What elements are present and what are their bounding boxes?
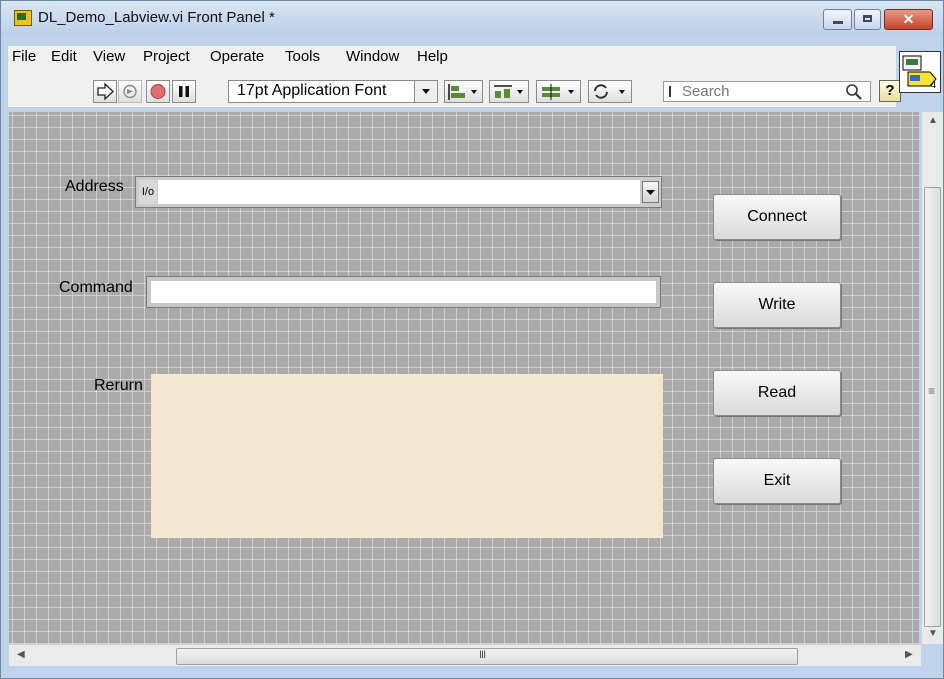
title-bar[interactable]: DL_Demo_Labview.vi Front Panel * ✕ — [1, 1, 943, 34]
window-title: DL_Demo_Labview.vi Front Panel * — [38, 9, 275, 26]
labview-window: DL_Demo_Labview.vi Front Panel * ✕ File … — [0, 0, 944, 679]
run-continuously-button[interactable] — [118, 80, 142, 103]
search-icon[interactable] — [844, 82, 864, 101]
horizontal-scroll-thumb[interactable]: III — [176, 648, 798, 665]
menu-edit[interactable]: Edit — [51, 48, 77, 65]
exit-button[interactable]: Exit — [713, 458, 841, 504]
connector-number: 4 — [930, 80, 936, 91]
abort-icon — [150, 84, 166, 99]
minimize-button[interactable] — [823, 9, 852, 30]
io-glyph-icon: I/o — [139, 180, 157, 204]
return-indicator — [151, 374, 663, 538]
toolbar: 17pt Application Font ? — [8, 68, 901, 108]
align-objects-button[interactable] — [444, 80, 483, 103]
chevron-down-icon — [422, 89, 430, 94]
front-panel-canvas[interactable]: Address I/o Command Rerurn Connect Write… — [9, 112, 919, 644]
address-dropdown-button[interactable] — [642, 181, 659, 203]
distribute-objects-icon — [494, 85, 523, 98]
pause-button[interactable] — [172, 80, 196, 103]
scroll-right-icon[interactable]: ▶ — [905, 649, 913, 660]
address-label: Address — [65, 178, 124, 195]
align-objects-icon — [448, 84, 477, 100]
read-button[interactable]: Read — [713, 370, 841, 416]
connect-button[interactable]: Connect — [713, 194, 841, 240]
menu-operate[interactable]: Operate — [210, 48, 264, 65]
vi-connector-pane-icon[interactable]: 4 — [899, 51, 941, 93]
vertical-scrollbar[interactable]: ▲ ≡ ▼ — [921, 112, 943, 644]
text-settings-value: 17pt Application Font — [237, 82, 387, 99]
chevron-down-icon — [646, 190, 655, 195]
resize-objects-button[interactable] — [536, 80, 581, 103]
menu-file[interactable]: File — [12, 48, 36, 65]
search-box[interactable] — [663, 81, 871, 102]
grip-icon: III — [479, 649, 486, 661]
abort-button[interactable] — [146, 80, 170, 103]
menu-help[interactable]: Help — [417, 48, 448, 65]
scroll-up-icon[interactable]: ▲ — [928, 115, 938, 126]
command-field[interactable] — [151, 281, 656, 303]
distribute-objects-button[interactable] — [489, 80, 529, 103]
menu-bar: File Edit View Project Operate Tools Win… — [8, 46, 896, 68]
close-icon: ✕ — [902, 11, 915, 27]
vertical-scroll-thumb[interactable]: ≡ — [924, 187, 941, 627]
grip-icon: ≡ — [928, 384, 936, 398]
horizontal-scrollbar[interactable]: ◀ III ▶ — [9, 644, 921, 666]
search-cursor-icon — [669, 86, 671, 97]
address-io-control: I/o — [135, 176, 662, 208]
reorder-icon — [594, 84, 625, 99]
command-control — [146, 276, 661, 308]
context-help-button[interactable]: ? — [879, 80, 901, 102]
reorder-button[interactable] — [588, 80, 632, 103]
write-button[interactable]: Write — [713, 282, 841, 328]
menu-view[interactable]: View — [93, 48, 125, 65]
return-label: Rerurn — [94, 377, 143, 394]
address-field[interactable] — [158, 180, 640, 204]
run-button[interactable] — [93, 80, 117, 103]
menu-tools[interactable]: Tools — [285, 48, 320, 65]
maximize-button[interactable] — [854, 9, 881, 30]
scroll-down-icon[interactable]: ▼ — [928, 628, 938, 639]
text-settings-dropdown[interactable]: 17pt Application Font — [228, 80, 438, 103]
labview-app-icon — [14, 10, 32, 26]
menu-project[interactable]: Project — [143, 48, 190, 65]
help-icon: ? — [885, 82, 895, 99]
search-input[interactable] — [682, 83, 832, 100]
close-button[interactable]: ✕ — [884, 9, 933, 30]
command-label: Command — [59, 279, 133, 296]
menu-window[interactable]: Window — [346, 48, 399, 65]
resize-objects-icon — [542, 84, 574, 100]
scroll-left-icon[interactable]: ◀ — [17, 649, 25, 660]
run-arrow-icon — [97, 82, 114, 101]
pause-icon — [179, 86, 189, 97]
run-continuously-icon — [123, 84, 137, 99]
